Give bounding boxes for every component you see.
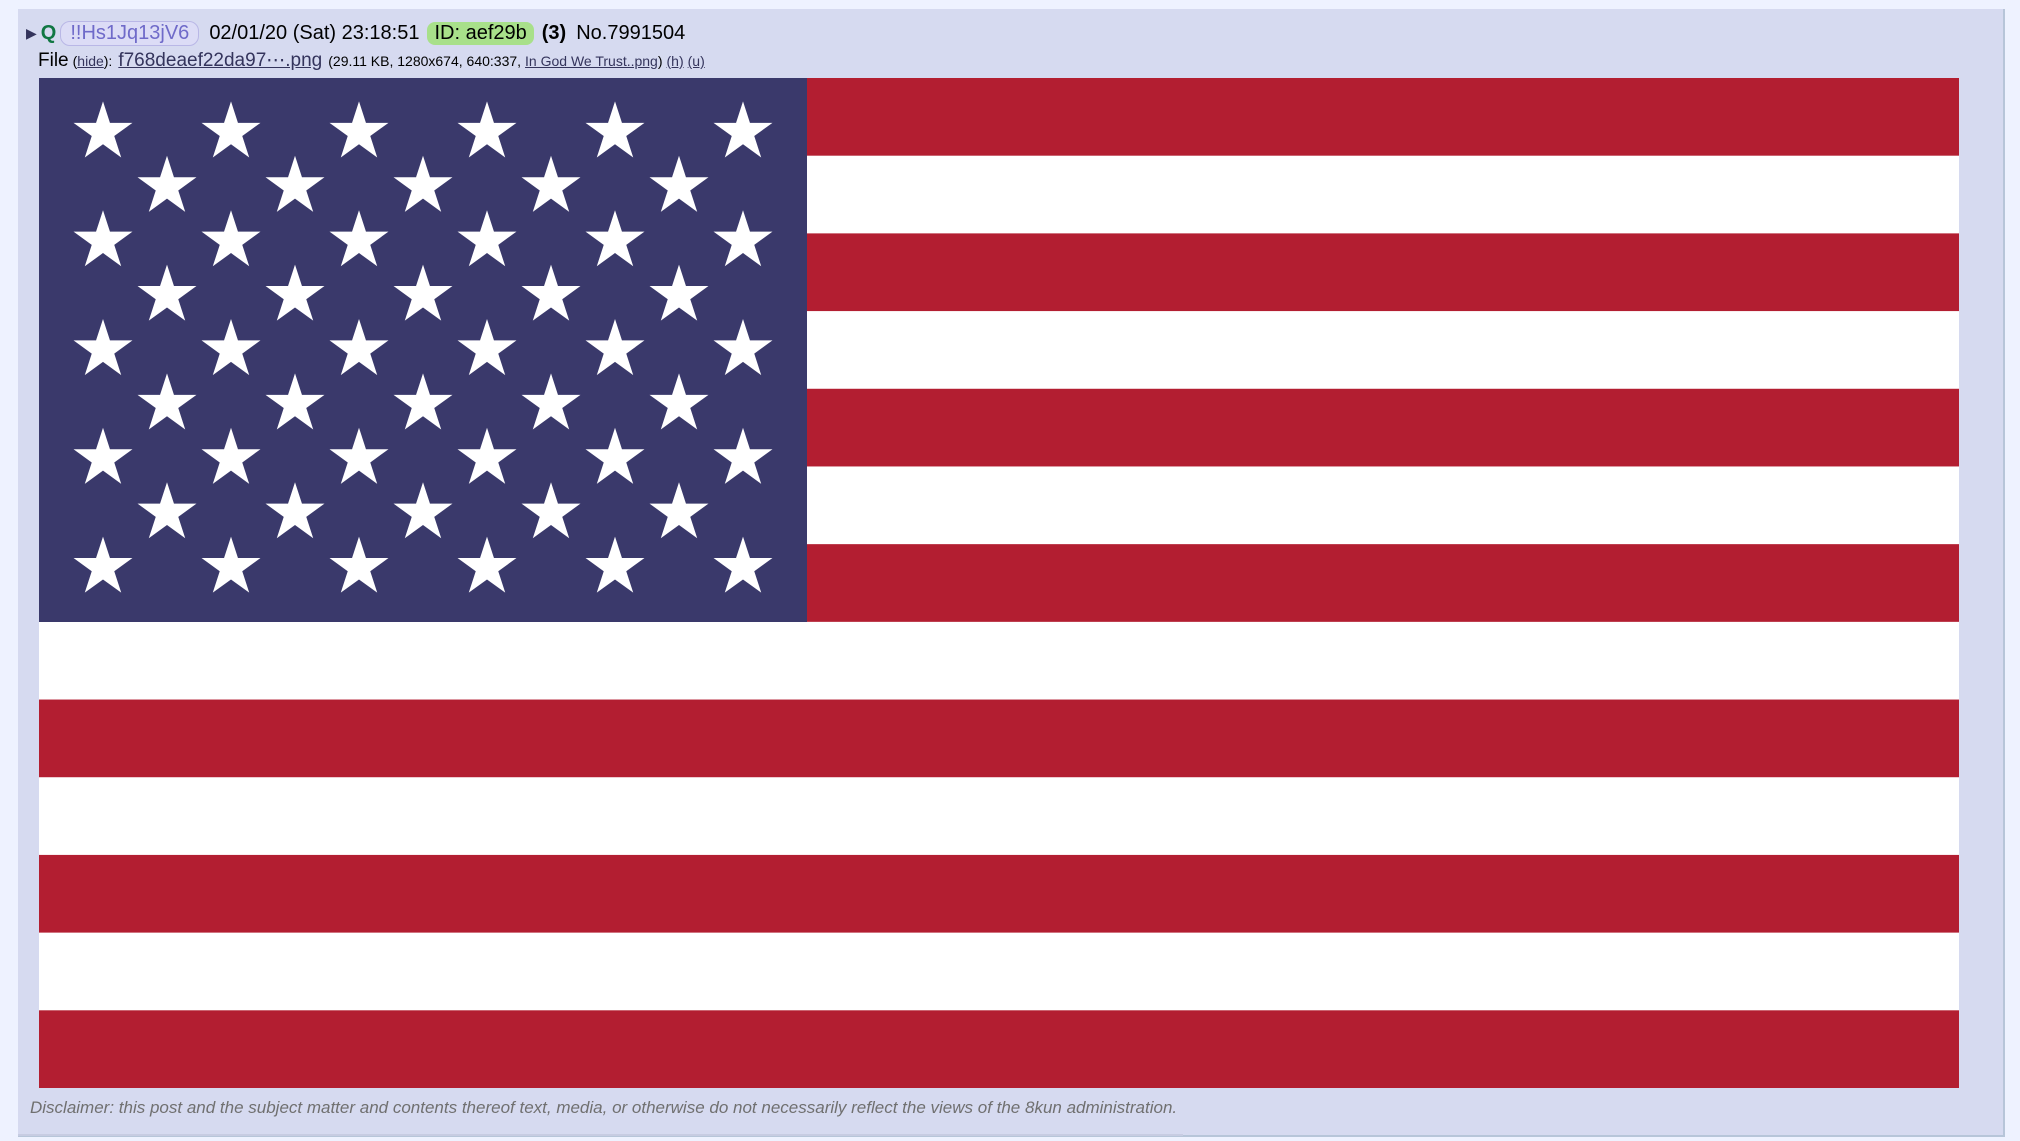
flag-stripe xyxy=(39,932,1959,1011)
us-flag-image[interactable] xyxy=(39,78,1959,1088)
post-menu-arrow-icon[interactable]: ▶ xyxy=(26,25,37,42)
unhide-link[interactable]: (u) xyxy=(688,53,705,69)
post-container: ▶ Q !!Hs1Jq13jV6 02/01/20 (Sat) 23:18:51… xyxy=(18,9,2005,1137)
hash-search-link[interactable]: (h) xyxy=(667,53,684,69)
post-intro: ▶ Q !!Hs1Jq13jV6 02/01/20 (Sat) 23:18:51… xyxy=(26,19,685,47)
flag-stripe xyxy=(39,1010,1959,1088)
flag-stripe xyxy=(39,854,1959,934)
hide-file-link[interactable]: hide xyxy=(77,53,103,69)
flag-stripe xyxy=(39,699,1959,778)
poster-name: Q xyxy=(40,21,57,44)
tripcode[interactable]: !!Hs1Jq13jV6 xyxy=(60,20,200,46)
post-disclaimer: Disclaimer: this post and the subject ma… xyxy=(30,1098,1178,1117)
file-info: File (hide): f768deaef22da97⋯.png (29.11… xyxy=(38,49,705,75)
flag-stripe xyxy=(39,777,1959,856)
reply-count: (3) xyxy=(541,21,567,44)
post-datetime: 02/01/20 (Sat) 23:18:51 xyxy=(209,21,420,44)
flag-stripe xyxy=(39,621,1959,701)
post-number-link[interactable]: No.7991504 xyxy=(576,22,685,45)
post-divider xyxy=(18,1134,1183,1136)
file-label: File xyxy=(38,50,69,71)
poster-id[interactable]: ID: aef29b xyxy=(427,21,534,45)
file-meta-close: ) xyxy=(657,53,663,69)
original-filename-link[interactable]: In God We Trust..png xyxy=(525,53,658,69)
hide-paren-close: ): xyxy=(103,53,113,69)
file-meta: (29.11 KB, 1280x674, 640:337, xyxy=(328,53,522,69)
file-name-link[interactable]: f768deaef22da97⋯.png xyxy=(118,49,322,72)
